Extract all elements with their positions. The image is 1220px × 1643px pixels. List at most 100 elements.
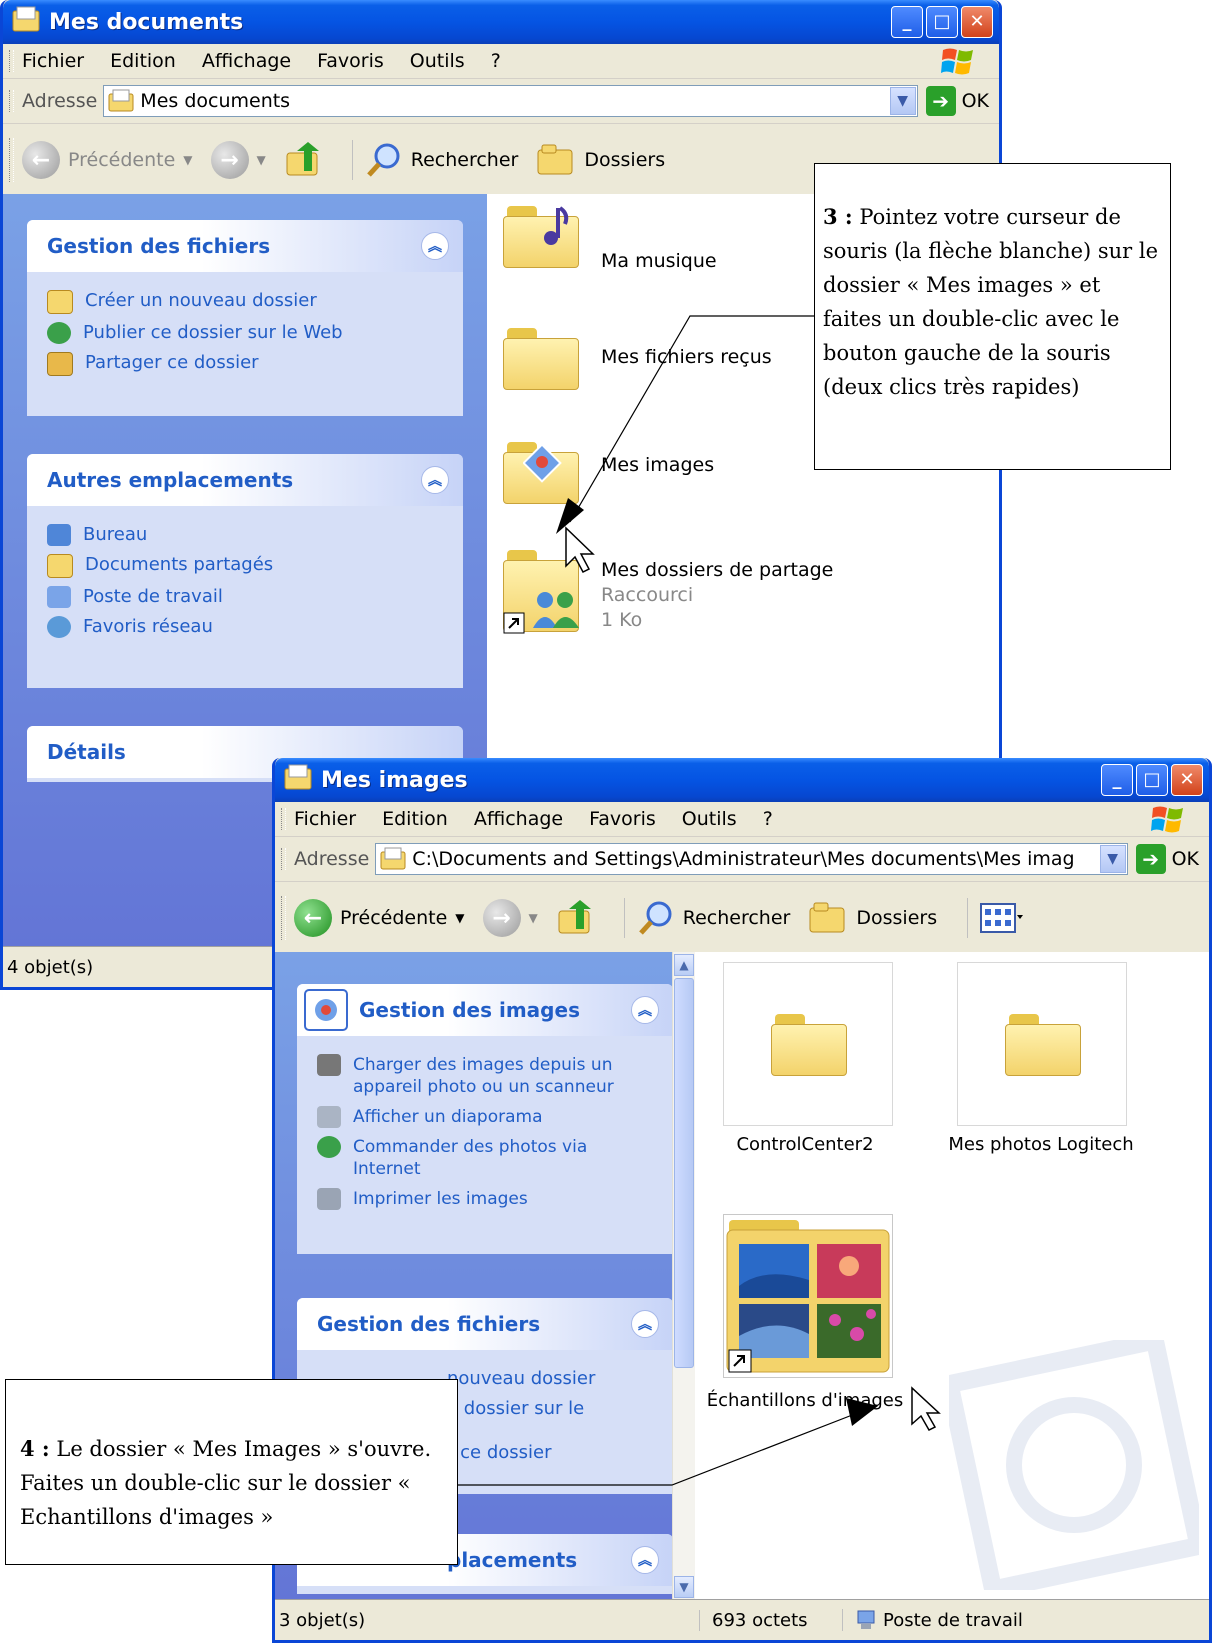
- menu-outils[interactable]: Outils: [682, 808, 737, 830]
- minimize-button[interactable]: _: [891, 6, 923, 38]
- address-bar: Adresse Mes documents ▼ ➔ OK: [3, 79, 999, 124]
- place-my-computer[interactable]: Poste de travail: [47, 586, 447, 608]
- close-button[interactable]: ✕: [1171, 764, 1203, 796]
- panel-image-tasks: Gestion des images ︽ Charger des images …: [297, 984, 673, 1254]
- title-bar[interactable]: Mes images _ □ ✕: [275, 758, 1209, 802]
- callout-step-4: 4 : Le dossier « Mes Images » s'ouvre. F…: [5, 1379, 458, 1565]
- go-button[interactable]: ➔ OK: [1135, 844, 1199, 874]
- folder-up-icon: [558, 900, 591, 934]
- task-slideshow[interactable]: Afficher un diaporama: [317, 1106, 657, 1128]
- task-print-images[interactable]: Imprimer les images: [317, 1188, 657, 1210]
- menu-favoris[interactable]: Favoris: [589, 808, 656, 830]
- collapse-icon[interactable]: ︽: [631, 1310, 659, 1338]
- status-bar: 3 objet(s) 693 octets Poste de travail: [275, 1599, 1209, 1640]
- task-publish-web[interactable]: Publier ce dossier sur le Web: [47, 322, 447, 344]
- arrow-left-icon: ←: [22, 141, 60, 179]
- scrollbar-thumb[interactable]: [674, 978, 694, 1368]
- task-share-folder[interactable]: r ce dossier: [447, 1442, 657, 1464]
- maximize-button[interactable]: □: [1136, 764, 1168, 796]
- back-button[interactable]: ← Précédente ▼: [22, 141, 193, 179]
- address-input[interactable]: Mes documents ▼: [103, 85, 918, 117]
- step-number: 4 :: [20, 1436, 50, 1461]
- folders-button[interactable]: Dossiers: [536, 142, 665, 178]
- folder-icon: [108, 89, 134, 112]
- task-order-prints[interactable]: Commander des photos via Internet: [317, 1136, 657, 1180]
- collapse-icon[interactable]: ︽: [421, 466, 449, 494]
- menu-favoris[interactable]: Favoris: [317, 50, 384, 72]
- thumbnail-mes-photos-logitech[interactable]: [957, 962, 1127, 1126]
- task-share-folder[interactable]: Partager ce dossier: [47, 352, 447, 376]
- up-folder-button[interactable]: [556, 899, 594, 937]
- panel-header[interactable]: Gestion des images ︽: [297, 984, 673, 1036]
- place-desktop[interactable]: Bureau: [47, 524, 447, 546]
- arrow-right-icon: →: [210, 141, 249, 179]
- chevron-down-icon[interactable]: ▼: [1099, 845, 1126, 873]
- title-bar[interactable]: Mes documents _ □ ✕: [3, 0, 999, 44]
- menu-fichier[interactable]: Fichier: [22, 50, 84, 72]
- task-publish-web[interactable]: e dossier sur le: [447, 1398, 657, 1420]
- folders-icon: [537, 144, 573, 175]
- window-title: Mes images: [321, 767, 468, 793]
- status-size: 693 octets: [699, 1609, 842, 1631]
- menu-affichage[interactable]: Affichage: [474, 808, 563, 830]
- share-folder-icon: [47, 352, 73, 376]
- address-input[interactable]: C:\Documents and Settings\Administrateur…: [375, 843, 1128, 875]
- folders-button[interactable]: Dossiers: [808, 900, 937, 936]
- chevron-down-icon[interactable]: ▼: [889, 87, 916, 115]
- go-button[interactable]: ➔ OK: [925, 86, 989, 116]
- panel-header[interactable]: Autres emplacements ︽: [27, 454, 463, 506]
- list-item-mes-fichiers-recus[interactable]: Mes fichiers reçus: [503, 328, 772, 390]
- thumbnail-view: ControlCenter2 Mes photos Logitech Échan…: [695, 952, 1209, 1600]
- collapse-icon[interactable]: ︽: [631, 1546, 659, 1574]
- folder-up-icon: [286, 142, 319, 176]
- list-item-ma-musique[interactable]: Ma musique: [503, 206, 717, 272]
- panel-header[interactable]: Gestion des fichiers ︽: [297, 1298, 673, 1350]
- menu-bar: Fichier Edition Affichage Favoris Outils…: [275, 802, 1209, 837]
- address-value: C:\Documents and Settings\Administrateur…: [412, 848, 1075, 870]
- thumbnail-label: Échantillons d'images: [706, 1390, 904, 1411]
- folder-icon: [380, 847, 406, 870]
- panel-header[interactable]: Gestion des fichiers ︽: [27, 220, 463, 272]
- menu-outils[interactable]: Outils: [410, 50, 465, 72]
- panel-other-places: Autres emplacements ︽ Bureau Documents p…: [27, 454, 463, 688]
- search-button[interactable]: Rechercher: [637, 899, 790, 937]
- task-new-folder[interactable]: Créer un nouveau dossier: [47, 290, 447, 314]
- task-load-images[interactable]: Charger des images depuis un appareil ph…: [317, 1054, 657, 1098]
- place-network[interactable]: Favoris réseau: [47, 616, 447, 638]
- printer-icon: [317, 1188, 341, 1210]
- menu-edition[interactable]: Edition: [382, 808, 448, 830]
- close-button[interactable]: ✕: [961, 6, 993, 38]
- menu-help[interactable]: ?: [763, 808, 773, 830]
- place-shared-documents[interactable]: Documents partagés: [47, 554, 447, 578]
- thumbnail-controlcenter2[interactable]: [723, 962, 893, 1126]
- collapse-icon[interactable]: ︽: [631, 996, 659, 1024]
- up-folder-button[interactable]: [284, 141, 322, 179]
- forward-button[interactable]: → ▼: [210, 141, 266, 179]
- views-button[interactable]: [980, 903, 1024, 933]
- maximize-button[interactable]: □: [926, 6, 958, 38]
- forward-button[interactable]: → ▼: [482, 899, 538, 937]
- minimize-button[interactable]: _: [1101, 764, 1133, 796]
- new-folder-icon: [47, 290, 73, 314]
- scroll-up-icon[interactable]: ▲: [674, 954, 694, 976]
- views-icon: [980, 903, 1024, 933]
- menu-help[interactable]: ?: [491, 50, 501, 72]
- arrow-right-icon: ➔: [1135, 844, 1166, 874]
- slideshow-icon: [317, 1106, 341, 1128]
- status-count: 3 objet(s): [279, 1609, 366, 1631]
- back-button[interactable]: ← Précédente ▼: [294, 899, 465, 937]
- list-item-mes-images[interactable]: Mes images: [503, 442, 714, 504]
- scroll-down-icon[interactable]: ▼: [674, 1576, 694, 1598]
- menu-affichage[interactable]: Affichage: [202, 50, 291, 72]
- thumbnail-echantillons-images[interactable]: [723, 1214, 893, 1378]
- shortcut-arrow-icon: [503, 612, 525, 634]
- scrollbar[interactable]: ▲ ▼: [672, 952, 695, 1600]
- collapse-icon[interactable]: ︽: [421, 232, 449, 260]
- computer-icon: [47, 586, 71, 608]
- menu-edition[interactable]: Edition: [110, 50, 176, 72]
- pictures-folder-icon: [503, 442, 579, 504]
- list-item-mes-dossiers-de-partage[interactable]: Mes dossiers de partage Raccourci 1 Ko: [503, 550, 833, 634]
- menu-fichier[interactable]: Fichier: [294, 808, 356, 830]
- task-new-folder[interactable]: nouveau dossier: [447, 1368, 657, 1390]
- search-button[interactable]: Rechercher: [365, 141, 518, 179]
